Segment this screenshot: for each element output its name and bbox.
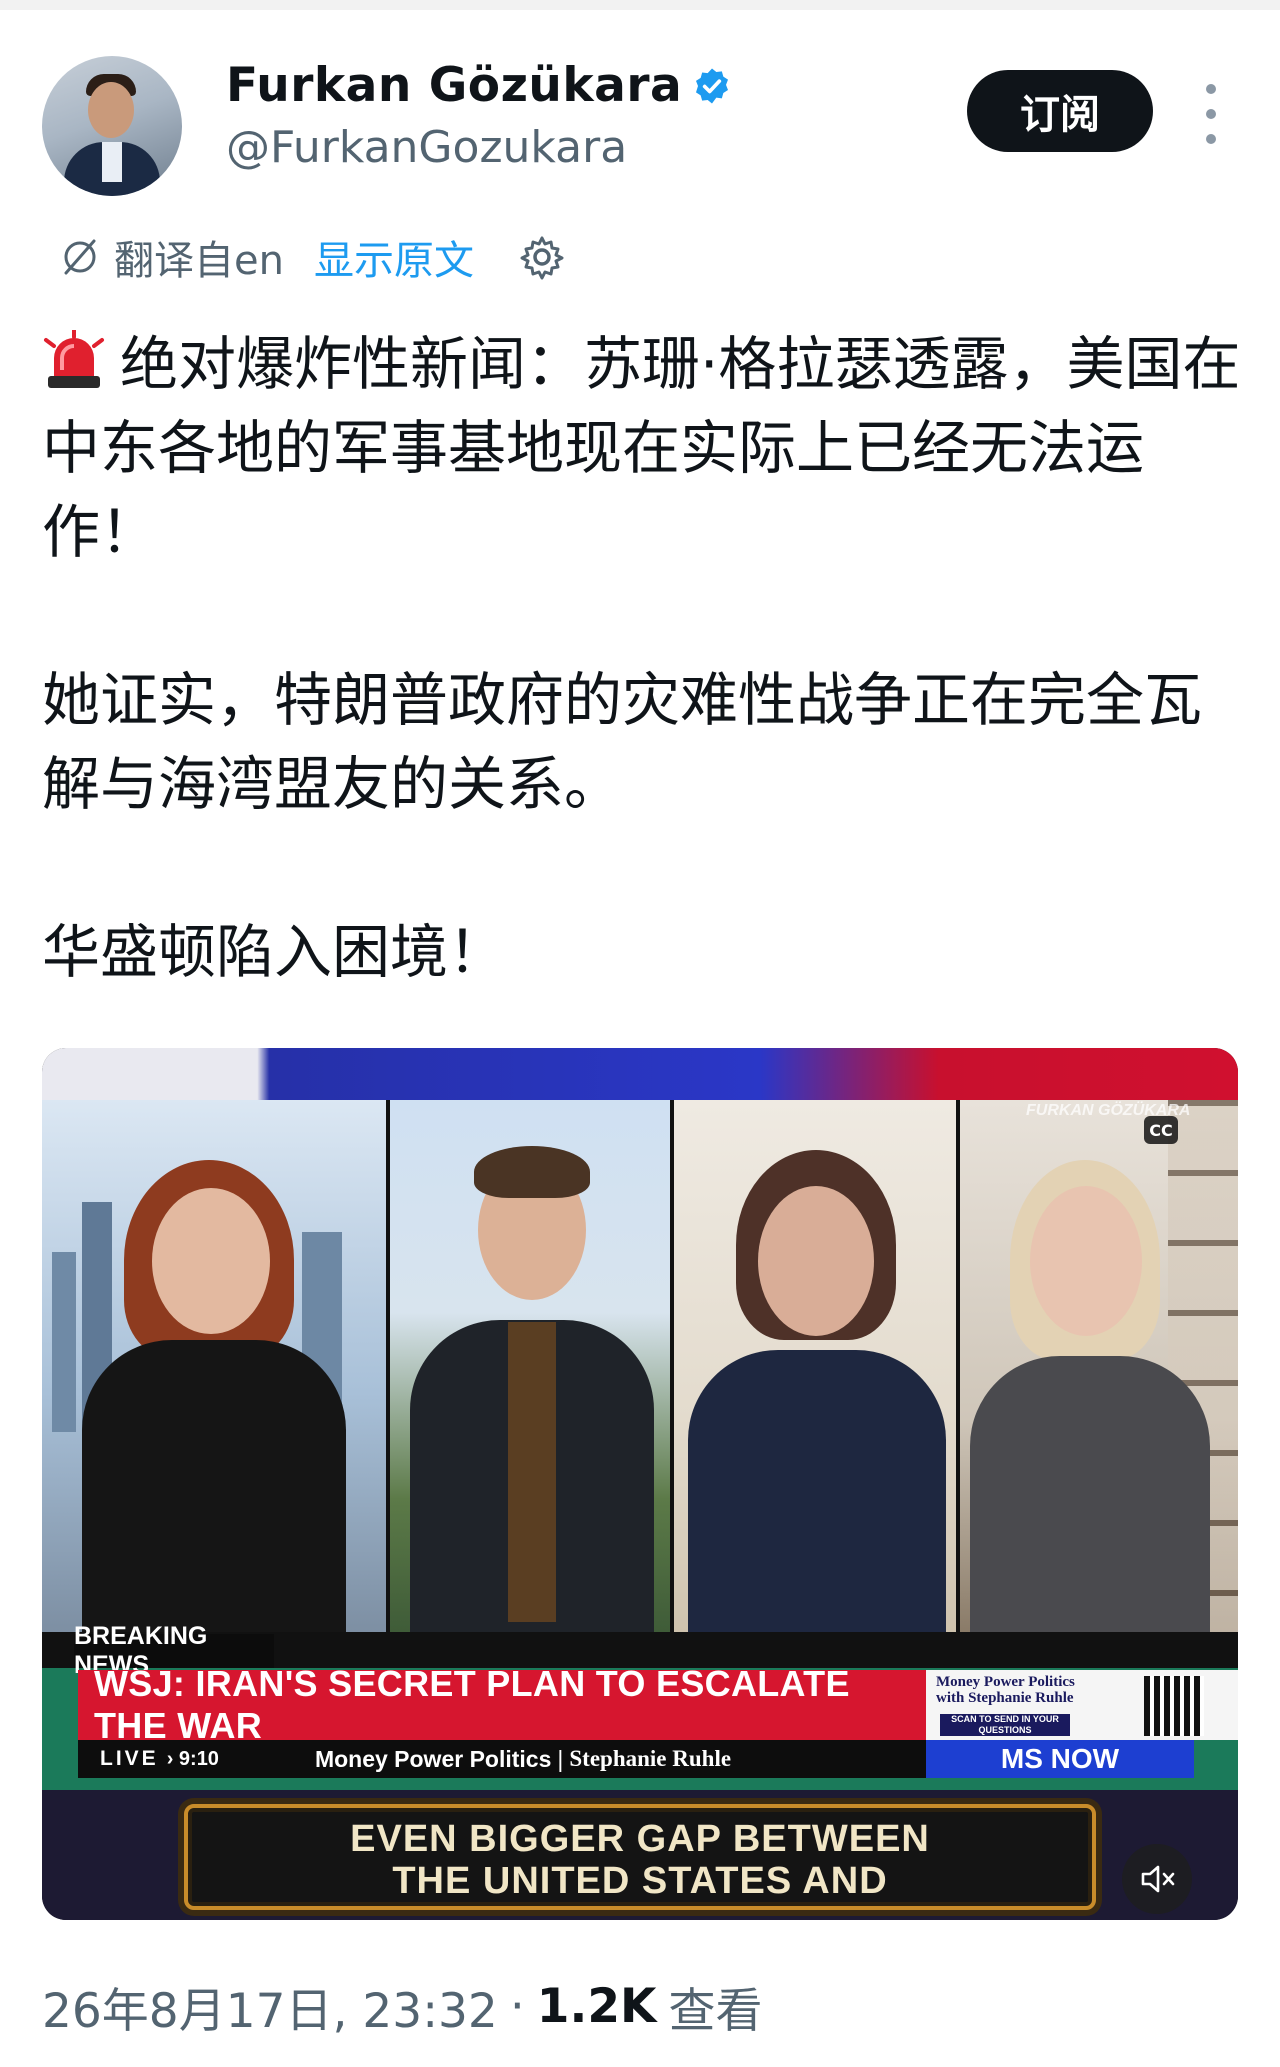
subtitle-frame: EVEN BIGGER GAP BETWEEN THE UNITED STATE… [184,1804,1096,1910]
broadcast-top-bar [42,1048,1238,1100]
tweet-paragraph: 绝对爆炸性新闻：苏珊·格拉瑟透露，美国在中东各地的军事基地现在实际上已经无法运作… [42,328,1241,566]
live-ticker: LIVE › 9:10 Money Power Politics | Steph… [78,1740,926,1778]
news-headline: WSJ: IRAN'S SECRET PLAN TO ESCALATE THE … [78,1663,926,1746]
subtitle-line: EVEN BIGGER GAP BETWEEN [350,1818,930,1860]
tweet-paragraph: 华盛顿陷入困境！ [42,918,507,986]
meta-separator: · [509,1979,525,2034]
translated-from-label: 翻译自en [114,238,284,284]
translate-icon [58,235,102,279]
view-label: 查看 [668,1984,763,2039]
qr-code-icon [1144,1676,1204,1736]
show-title: Money Power Politics with Stephanie Ruhl… [936,1674,1075,1706]
siren-icon [42,328,106,388]
video-player[interactable]: FURKAN GÖZÜKARA CC BREAKING NEWS WSJ: IR… [42,1048,1238,1920]
top-divider [0,0,1280,10]
mute-icon[interactable] [1122,1844,1192,1914]
tweet-meta: 26年8月17日, 23:32 · 1.2K 查看 [42,1972,762,2041]
tweet-text: 绝对爆炸性新闻：苏珊·格拉瑟透露，美国在中东各地的军事基地现在实际上已经无法运作… [42,322,1242,994]
translation-bar: 翻译自en 显示原文 [58,228,566,286]
broadcast-time: › 9:10 [166,1747,219,1770]
author-name[interactable]: Furkan Gözükara [226,58,682,113]
subscribe-button[interactable]: 订阅 [967,70,1153,152]
anchor-panel [42,1100,386,1632]
author-name-row[interactable]: Furkan Gözükara [226,58,732,113]
author-handle[interactable]: @FurkanGozukara [226,122,627,173]
gear-icon[interactable] [518,233,566,281]
scan-prompt: SCAN TO SEND IN YOUR QUESTIONS [940,1714,1070,1736]
timestamp[interactable]: 26年8月17日, 23:32 [42,1972,498,2041]
guest-panel-2 [960,1100,1238,1632]
network-logo: MS NOW [926,1740,1194,1778]
host-name: Stephanie Ruhle [569,1746,732,1771]
guest-panel [674,1100,956,1632]
correspondent-panel [390,1100,670,1632]
show-branding-box: Money Power Politics with Stephanie Ruhl… [926,1670,1238,1740]
subtitle-area: EVEN BIGGER GAP BETWEEN THE UNITED STATE… [42,1790,1238,1920]
live-label: LIVE [100,1747,159,1770]
more-vertical-icon[interactable] [1198,84,1224,144]
show-original-link[interactable]: 显示原文 [314,228,474,286]
avatar[interactable] [42,56,182,196]
tweet-paragraph: 她证实，特朗普政府的灾难性战争正在完全瓦解与海湾盟友的关系。 [42,666,1203,818]
view-count: 1.2K [536,1979,657,2034]
closed-captions-button[interactable]: CC [1144,1116,1178,1144]
program-name: Money Power Politics [314,1745,552,1772]
verified-badge-icon [692,66,732,106]
subtitle-line: THE UNITED STATES AND [392,1860,888,1902]
